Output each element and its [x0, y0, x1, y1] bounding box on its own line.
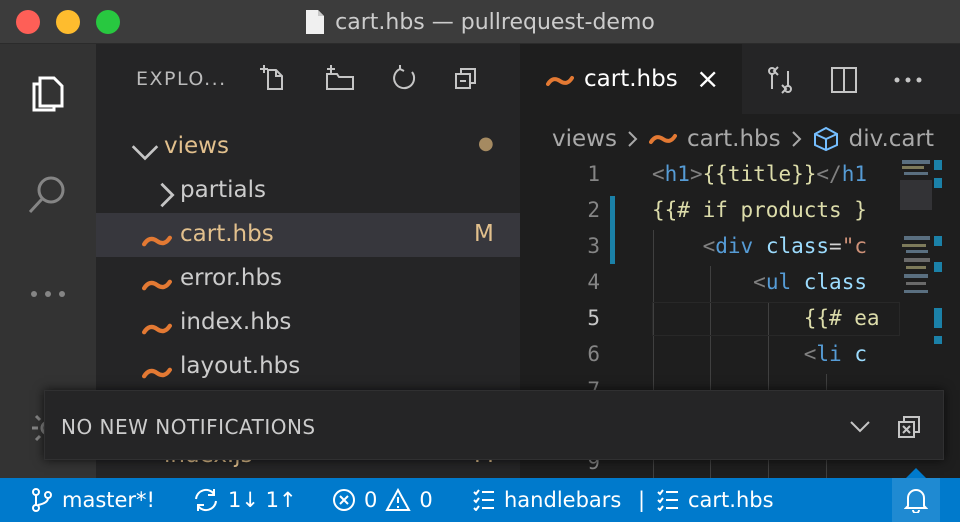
file-cart-hbs[interactable]: cart.hbs M	[96, 213, 520, 257]
open-changes-icon[interactable]	[762, 62, 798, 98]
window-title-area: cart.hbs — pullrequest-demo	[0, 0, 960, 44]
close-icon[interactable]: ×	[696, 62, 719, 95]
outline-file[interactable]: cart.hbs	[656, 478, 774, 522]
separator-text: |	[638, 488, 646, 512]
sync-icon	[195, 488, 217, 512]
status-bar: master*! 1↓ 1↑ 0 0 handlebars | cart.hbs	[0, 468, 960, 522]
line-number: 2	[587, 198, 600, 222]
folder-views[interactable]: views ●	[96, 125, 520, 169]
notifications-header: NO NEW NOTIFICATIONS	[61, 415, 316, 439]
file-index-hbs-label: index.hbs	[180, 309, 292, 335]
collapse-all-icon[interactable]	[448, 60, 484, 96]
bell-icon	[904, 489, 928, 513]
breadcrumb: views cart.hbs div.cart	[552, 122, 934, 156]
file-error-hbs[interactable]: error.hbs	[96, 257, 520, 301]
handlebars-file-icon	[648, 134, 677, 144]
line-text: <h1>{{title}}</h1	[652, 162, 867, 186]
refresh-icon[interactable]	[386, 60, 422, 96]
git-status-modified: M	[474, 221, 494, 247]
breadcrumb-file[interactable]: cart.hbs	[687, 126, 781, 152]
notifications-bell-button[interactable]	[892, 478, 940, 522]
new-folder-icon[interactable]	[322, 60, 358, 96]
warning-count: 0	[419, 488, 433, 512]
tab-label: cart.hbs	[584, 66, 678, 92]
clear-all-notifications-icon[interactable]	[895, 413, 925, 441]
list-icon	[657, 489, 678, 511]
warning-icon	[385, 488, 412, 511]
chevron-right-icon	[628, 131, 638, 147]
breadcrumb-folder[interactable]: views	[552, 126, 617, 152]
problems-status[interactable]: 0 0	[332, 478, 433, 522]
code-line: 1 <h1>{{title}}</h1	[520, 158, 900, 194]
explorer-icon[interactable]	[24, 68, 72, 116]
symbol-cube-icon	[813, 126, 838, 152]
file-error-hbs-label: error.hbs	[180, 265, 283, 291]
line-text: {{# if products }	[652, 198, 867, 222]
status-separator: |	[638, 478, 645, 522]
line-number: 6	[587, 342, 600, 366]
more-actions-icon[interactable]	[890, 62, 926, 98]
chevron-right-icon	[791, 131, 802, 147]
breadcrumb-symbol[interactable]: div.cart	[849, 126, 934, 152]
list-icon	[473, 489, 494, 511]
editor-tabs: cart.hbs ×	[520, 44, 960, 114]
notification-pointer	[906, 468, 926, 478]
split-editor-icon[interactable]	[826, 62, 862, 98]
language-mode[interactable]: handlebars	[472, 478, 621, 522]
line-text: {{# ea	[652, 306, 880, 330]
code-line: 4 <ul class	[520, 266, 900, 302]
handlebars-file-icon	[142, 235, 172, 247]
chevron-down-icon	[131, 145, 159, 161]
code-line: 5 {{# ea	[520, 302, 900, 338]
handlebars-file-icon	[142, 279, 172, 291]
line-number: 1	[587, 162, 600, 186]
line-number: 4	[587, 270, 600, 294]
line-number: 5	[587, 306, 600, 330]
folder-views-label: views	[164, 133, 229, 159]
branch-name: master*!	[62, 488, 155, 512]
file-index-hbs[interactable]: index.hbs	[96, 301, 520, 345]
language-label: handlebars	[504, 488, 622, 512]
outline-file-label: cart.hbs	[688, 488, 774, 512]
code-line: 6 <li c	[520, 338, 900, 374]
folder-partials[interactable]: partials	[96, 169, 520, 213]
explorer-header: EXPLO...	[96, 44, 520, 114]
folder-partials-label: partials	[180, 177, 267, 203]
sync-status: 1↓ 1↑	[228, 488, 297, 512]
chevron-down-icon[interactable]	[847, 413, 877, 439]
error-icon	[333, 489, 355, 511]
file-layout-hbs-label: layout.hbs	[180, 353, 301, 379]
code-line: 3 <div class="c	[520, 230, 900, 266]
title-bar: cart.hbs — pullrequest-demo	[0, 0, 960, 44]
notifications-center: NO NEW NOTIFICATIONS	[44, 390, 944, 460]
git-branch-icon	[32, 488, 52, 512]
line-number: 3	[587, 234, 600, 258]
handlebars-file-icon	[142, 367, 172, 379]
git-sync[interactable]: 1↓ 1↑	[192, 478, 297, 522]
file-layout-hbs[interactable]: layout.hbs	[96, 345, 520, 389]
handlebars-file-icon	[142, 323, 172, 335]
modified-dot: ●	[478, 133, 494, 154]
line-text: <li c	[803, 342, 867, 366]
explorer-title: EXPLO...	[136, 68, 227, 90]
window-title: cart.hbs — pullrequest-demo	[335, 9, 655, 35]
search-icon[interactable]	[24, 170, 72, 218]
error-count: 0	[364, 488, 378, 512]
chevron-right-icon	[160, 182, 175, 208]
code-line: 2 {{# if products }	[520, 194, 900, 230]
tab-cart-hbs[interactable]: cart.hbs ×	[520, 44, 742, 114]
document-icon	[306, 10, 325, 34]
more-icon[interactable]	[24, 270, 72, 318]
file-cart-hbs-label: cart.hbs	[180, 221, 274, 247]
git-branch[interactable]: master*!	[30, 478, 155, 522]
line-text: <ul class	[753, 270, 867, 294]
line-text: <div class="c	[702, 234, 867, 258]
handlebars-file-icon	[546, 76, 574, 86]
new-file-icon[interactable]	[256, 60, 292, 96]
